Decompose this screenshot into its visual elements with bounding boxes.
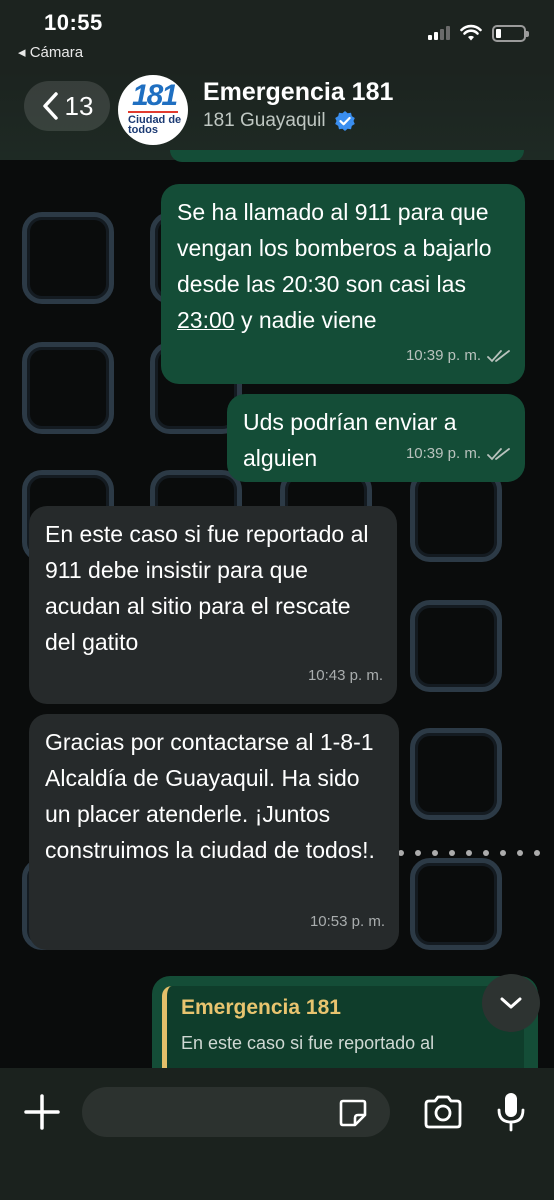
message-text: Se ha llamado al 911 para que vengan los… — [177, 199, 492, 297]
message-meta: 10:39 p. m. — [406, 436, 511, 472]
wallpaper-dots — [398, 850, 540, 856]
chevron-left-icon — [42, 92, 58, 120]
avatar-logo-text: Ciudad de todos — [128, 114, 182, 136]
cellular-signal-icon — [428, 26, 450, 40]
message-bubble-outgoing-with-reply[interactable]: Emergencia 181 En este caso si fue repor… — [152, 976, 538, 1076]
back-to-app-link[interactable]: ◂ Cámara — [18, 43, 83, 61]
quoted-author: Emergencia 181 — [181, 996, 341, 1019]
message-meta: 10:53 p. m. — [310, 904, 385, 940]
message-bubble-outgoing[interactable]: Uds podrían enviar a alguien 10:39 p. m. — [227, 394, 525, 482]
back-button[interactable]: 13 — [24, 81, 110, 131]
message-text: En este caso si fue reportado al 911 deb… — [45, 521, 369, 655]
message-time: 10:39 p. m. — [405, 445, 481, 462]
wallpaper-tile — [22, 342, 114, 434]
message-bubble-incoming[interactable]: Gracias por contactarse al 1-8-1 Alcaldí… — [29, 714, 399, 950]
camera-icon[interactable] — [422, 1094, 464, 1130]
quoted-message[interactable]: Emergencia 181 En este caso si fue repor… — [162, 986, 524, 1076]
previous-message-edge — [170, 150, 524, 162]
contact-subtitle-row[interactable]: 181 Guayaquil — [203, 110, 356, 132]
message-time: 10:39 p. m. — [405, 347, 481, 364]
wifi-icon — [460, 24, 482, 41]
message-meta: 10:43 p. m. — [308, 658, 383, 694]
message-bubble-incoming[interactable]: En este caso si fue reportado al 911 deb… — [29, 506, 397, 704]
message-time: 10:43 p. m. — [307, 667, 383, 684]
double-check-icon — [487, 350, 510, 363]
microphone-icon[interactable] — [496, 1090, 526, 1134]
sticker-icon[interactable] — [338, 1098, 368, 1128]
wallpaper-tile — [22, 212, 114, 304]
wallpaper-tile — [410, 470, 502, 562]
wallpaper-tile — [410, 858, 502, 950]
battery-icon — [492, 25, 529, 42]
avatar-logo-number: 181 — [132, 79, 178, 112]
message-text: Gracias por contactarse al 1-8-1 Alcaldí… — [45, 729, 375, 863]
unread-count: 13 — [64, 90, 94, 121]
status-bar: 10:55 ◂ Cámara — [0, 0, 554, 70]
avatar-logo-line — [128, 111, 178, 113]
status-time: 10:55 — [44, 10, 103, 35]
message-time-link[interactable]: 23:00 — [177, 307, 235, 333]
quoted-text: En este caso si fue reportado al — [181, 1033, 435, 1053]
plus-icon[interactable] — [22, 1092, 62, 1132]
message-composer — [0, 1068, 554, 1200]
message-time: 10:53 p. m. — [309, 913, 385, 930]
contact-avatar[interactable]: 181 Ciudad de todos — [118, 75, 188, 145]
chevron-down-icon — [500, 997, 522, 1009]
wallpaper-tile — [410, 600, 502, 692]
chat-header: 13 181 Ciudad de todos Emergencia 181 18… — [0, 70, 554, 160]
contact-subtitle: 181 Guayaquil — [203, 110, 326, 131]
contact-name[interactable]: Emergencia 181 — [203, 78, 393, 107]
message-bubble-outgoing[interactable]: Se ha llamado al 911 para que vengan los… — [161, 184, 525, 384]
wallpaper-tile — [410, 728, 502, 820]
message-text: y nadie viene — [234, 307, 377, 333]
message-meta: 10:39 p. m. — [406, 338, 511, 374]
scroll-to-bottom-button[interactable] — [482, 974, 540, 1032]
double-check-icon — [487, 448, 510, 461]
verified-badge-icon — [334, 111, 355, 131]
